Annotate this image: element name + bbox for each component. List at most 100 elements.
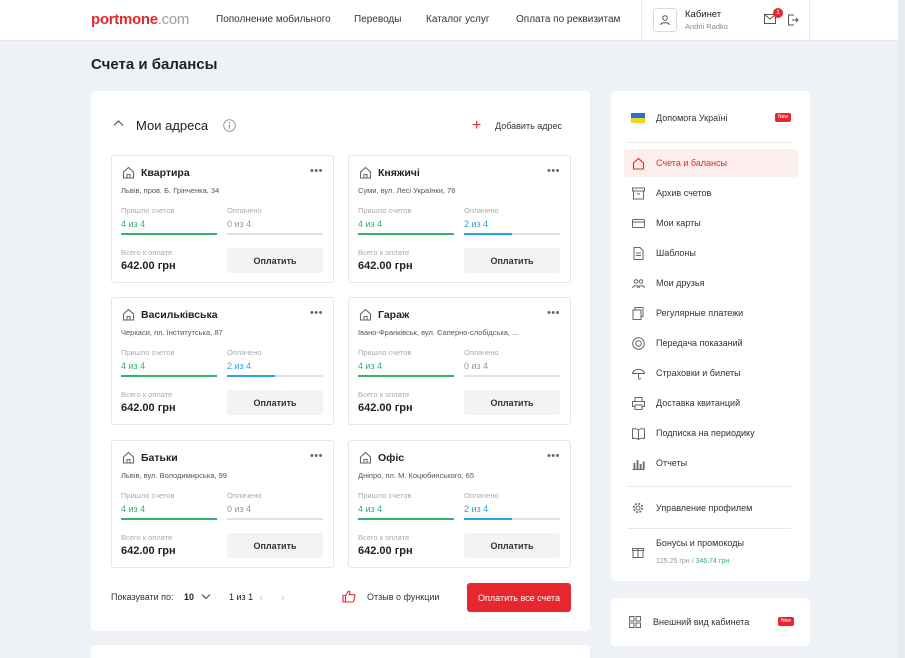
sidebar-item-chart[interactable]: Отчеты xyxy=(624,449,798,477)
sidebar-item-label: Подписка на периодику xyxy=(656,428,755,438)
ukraine-flag-icon xyxy=(631,111,645,125)
portmone-logo[interactable]: portmone.com xyxy=(91,11,189,28)
bills-paid-bar xyxy=(227,233,323,235)
sidebar-item-label: Шаблоны xyxy=(656,248,696,258)
sidebar-item-home[interactable]: Счета и балансы xyxy=(624,149,798,177)
nav-mobile-topup[interactable]: Пополнение мобильного xyxy=(216,14,331,25)
new-badge: New xyxy=(778,617,794,626)
bills-paid-bar-fill xyxy=(464,233,512,235)
bills-came-label: Пришло счетов xyxy=(358,491,412,500)
pay-all-button[interactable]: Оплатить все счета xyxy=(467,583,571,612)
sidebar-item-label: Передача показаний xyxy=(656,338,743,348)
sidebar-item-help-ukraine[interactable]: Допомога Україні xyxy=(624,104,798,132)
sidebar-item-appearance[interactable]: Внешний вид кабинета xyxy=(624,608,798,636)
avatar[interactable] xyxy=(653,8,677,32)
sidebar-item-book[interactable]: Подписка на периодику xyxy=(624,419,798,447)
umbrella-icon xyxy=(631,366,645,380)
pay-button[interactable]: Оплатить xyxy=(464,390,560,415)
house-icon xyxy=(122,451,135,464)
archive-icon xyxy=(631,186,645,200)
bills-came-label: Пришло счетов xyxy=(358,348,412,357)
address-name: Гараж xyxy=(378,309,410,321)
sidebar-item-label: Допомога Україні xyxy=(656,113,728,123)
pay-button[interactable]: Оплатить xyxy=(227,533,323,558)
sidebar-item-label: Счета и балансы xyxy=(656,158,727,168)
home-icon xyxy=(631,156,645,170)
next-page-icon[interactable]: › xyxy=(281,590,285,604)
more-options-icon[interactable]: ••• xyxy=(310,307,323,319)
address-card[interactable]: Батьки ••• Львів, вул. Володимирська, 99 Пр… xyxy=(111,440,334,568)
more-options-icon[interactable]: ••• xyxy=(547,165,560,177)
more-options-icon[interactable]: ••• xyxy=(547,307,560,319)
sidebar-item-umbrella[interactable]: Страховки и билеты xyxy=(624,359,798,387)
cabinet-title[interactable]: Кабинет xyxy=(685,9,721,20)
sidebar-item-label: Регулярные платежи xyxy=(656,308,744,318)
book-icon xyxy=(631,426,645,440)
sidebar-item-label: Мои друзья xyxy=(656,278,705,288)
address-card[interactable]: Гараж ••• Івано-Франківськ, вул. Саперно-с… xyxy=(348,297,571,425)
bills-paid-label: Оплачено xyxy=(227,491,262,500)
thumbs-up-icon[interactable] xyxy=(342,590,356,603)
total-amount: 642.00 грн xyxy=(121,545,176,557)
bills-came-label: Пришло счетов xyxy=(121,206,175,215)
section-title: Мои адреса xyxy=(136,118,209,133)
address-card[interactable]: Офіс ••• Дніпро, пл. М. Коцюбинського, 65 П… xyxy=(348,440,571,568)
prev-page-icon[interactable]: ‹ xyxy=(259,590,263,604)
address-name: Офіс xyxy=(378,452,405,464)
info-icon[interactable] xyxy=(223,119,236,132)
more-options-icon[interactable]: ••• xyxy=(547,450,560,462)
bills-came-value: 4 из 4 xyxy=(358,361,383,371)
chevron-up-icon[interactable] xyxy=(113,119,124,127)
bills-came-bar xyxy=(121,375,217,377)
address-street: Суми, вул. Лесі Українки, 76 xyxy=(358,186,456,195)
sidebar-item-printer[interactable]: Доставка квитанций xyxy=(624,389,798,417)
address-card[interactable]: Квартира ••• Львів, пров. Б. Грінченка, 34… xyxy=(111,155,334,283)
page-size-select[interactable]: 10 xyxy=(184,592,194,602)
house-icon xyxy=(122,308,135,321)
plus-icon[interactable]: + xyxy=(472,118,481,134)
bills-paid-label: Оплачено xyxy=(464,206,499,215)
nav-transfers[interactable]: Переводы xyxy=(354,14,401,25)
pay-button[interactable]: Оплатить xyxy=(227,390,323,415)
more-options-icon[interactable]: ••• xyxy=(310,165,323,177)
logout-icon[interactable] xyxy=(787,14,799,26)
pager-info: 1 из 1 xyxy=(229,592,254,602)
bills-came-value: 4 из 4 xyxy=(358,219,383,229)
bills-came-bar xyxy=(121,233,217,235)
sidebar-item-label: Архив счетов xyxy=(656,188,712,198)
address-card[interactable]: Княжичі ••• Суми, вул. Лесі Українки, 76 Пр… xyxy=(348,155,571,283)
sidebar-item-template[interactable]: Шаблоны xyxy=(624,239,798,267)
sidebar-item-label: Страховки и билеты xyxy=(656,368,741,378)
bills-paid-bar xyxy=(227,518,323,520)
sidebar-item-regular[interactable]: Регулярные платежи xyxy=(624,299,798,327)
pay-button[interactable]: Оплатить xyxy=(227,248,323,273)
chevron-down-icon[interactable] xyxy=(201,593,211,600)
address-street: Львів, вул. Володимирська, 99 xyxy=(121,471,227,480)
header-divider-right xyxy=(809,0,810,41)
pay-button[interactable]: Оплатить xyxy=(464,533,560,558)
meter-icon xyxy=(631,336,645,350)
house-icon xyxy=(359,451,372,464)
address-street: Івано-Франківськ, вул. Саперно-слобідськ… xyxy=(358,328,519,337)
page-scrollbar[interactable] xyxy=(898,0,905,658)
sidebar-item-profile[interactable]: Управление профилем xyxy=(624,494,798,522)
total-label: Всего к оплате xyxy=(358,533,410,542)
more-options-icon[interactable]: ••• xyxy=(310,450,323,462)
sidebar-item-label: Бонусы и промокоды xyxy=(656,538,744,548)
total-label: Всего к оплате xyxy=(121,248,173,257)
feedback-link[interactable]: Отзыв о функции xyxy=(367,592,439,602)
template-icon xyxy=(631,246,645,260)
total-amount: 642.00 грн xyxy=(358,402,413,414)
add-address-button[interactable]: Добавить адрес xyxy=(495,121,562,131)
address-card[interactable]: Васильківська ••• Черкаси, пл. Інститутськ… xyxy=(111,297,334,425)
bills-came-bar xyxy=(121,518,217,520)
sidebar-item-card[interactable]: Мои карты xyxy=(624,209,798,237)
sidebar-item-archive[interactable]: Архив счетов xyxy=(624,179,798,207)
nav-services-catalog[interactable]: Каталог услуг xyxy=(426,14,490,25)
sidebar-item-friends[interactable]: Мои друзья xyxy=(624,269,798,297)
user-name: Andrii Radko xyxy=(685,22,728,31)
sidebar-item-meter[interactable]: Передача показаний xyxy=(624,329,798,357)
nav-pay-by-details[interactable]: Оплата по реквизитам xyxy=(516,14,620,25)
total-amount: 642.00 грн xyxy=(358,545,413,557)
pay-button[interactable]: Оплатить xyxy=(464,248,560,273)
